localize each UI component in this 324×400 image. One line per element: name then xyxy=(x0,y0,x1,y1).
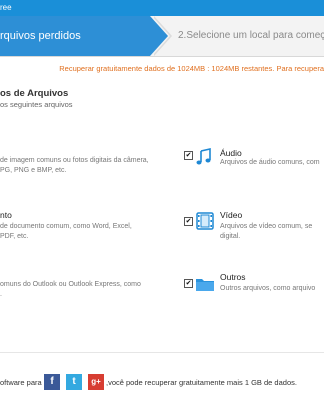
step-1-label: rquivos perdidos xyxy=(0,30,81,42)
footer-prefix: oftware para xyxy=(0,378,42,387)
step-2-label: 2.Selecione um local para começar a xyxy=(178,30,324,41)
section-title: os de Arquivos xyxy=(0,88,69,99)
facebook-icon[interactable]: f xyxy=(44,374,60,390)
left-item-document-title: nto xyxy=(0,210,12,220)
step-1-active: rquivos perdidos xyxy=(0,16,150,56)
left-item-document-desc-2: PDF, etc. xyxy=(0,233,29,240)
step-2: 2.Selecione um local para começar a xyxy=(178,16,324,56)
audio-desc: Arquivos de áudio comuns, com xyxy=(220,159,320,166)
left-item-email-desc-1: omuns do Outlook ou Outlook Express, com… xyxy=(0,281,141,288)
section-subtitle: os seguintes arquivos xyxy=(0,100,73,109)
video-desc-2: digital. xyxy=(220,233,241,240)
twitter-icon[interactable]: t xyxy=(66,374,82,390)
window-title: ree xyxy=(0,3,12,12)
left-item-email-desc-2: . xyxy=(0,291,2,298)
audio-title: Áudio xyxy=(220,148,242,158)
left-item-photo-desc-1: de imagem comuns ou fotos digitais da câ… xyxy=(0,157,149,164)
window-titlebar: ree xyxy=(0,0,324,16)
others-title: Outros xyxy=(220,272,246,282)
video-title: Vídeo xyxy=(220,210,243,220)
video-desc-1: Arquivos de vídeo comum, se xyxy=(220,223,313,230)
googleplus-icon[interactable]: g+ xyxy=(88,374,104,390)
left-item-document-desc-1: de documento comum, como Word, Excel, xyxy=(0,223,132,230)
audio-checkbox[interactable]: ✔ xyxy=(184,151,193,160)
step-1-arrow xyxy=(150,16,168,56)
video-checkbox[interactable]: ✔ xyxy=(184,217,193,226)
footer-suffix: ,você pode recuperar gratuitamente mais … xyxy=(106,378,297,387)
left-item-photo-desc-2: PG, PNG e BMP, etc. xyxy=(0,167,67,174)
wizard-steps: rquivos perdidos 2.Selecione um local pa… xyxy=(0,16,324,57)
others-desc: Outros arquivos, como arquivo xyxy=(220,285,316,292)
others-checkbox[interactable]: ✔ xyxy=(184,279,193,288)
free-recovery-note: Recuperar gratuitamente dados de 1024MB … xyxy=(59,64,324,73)
music-note-icon xyxy=(196,148,211,165)
folder-icon xyxy=(196,279,214,291)
footer-divider xyxy=(0,352,324,353)
video-film-icon xyxy=(196,212,214,230)
